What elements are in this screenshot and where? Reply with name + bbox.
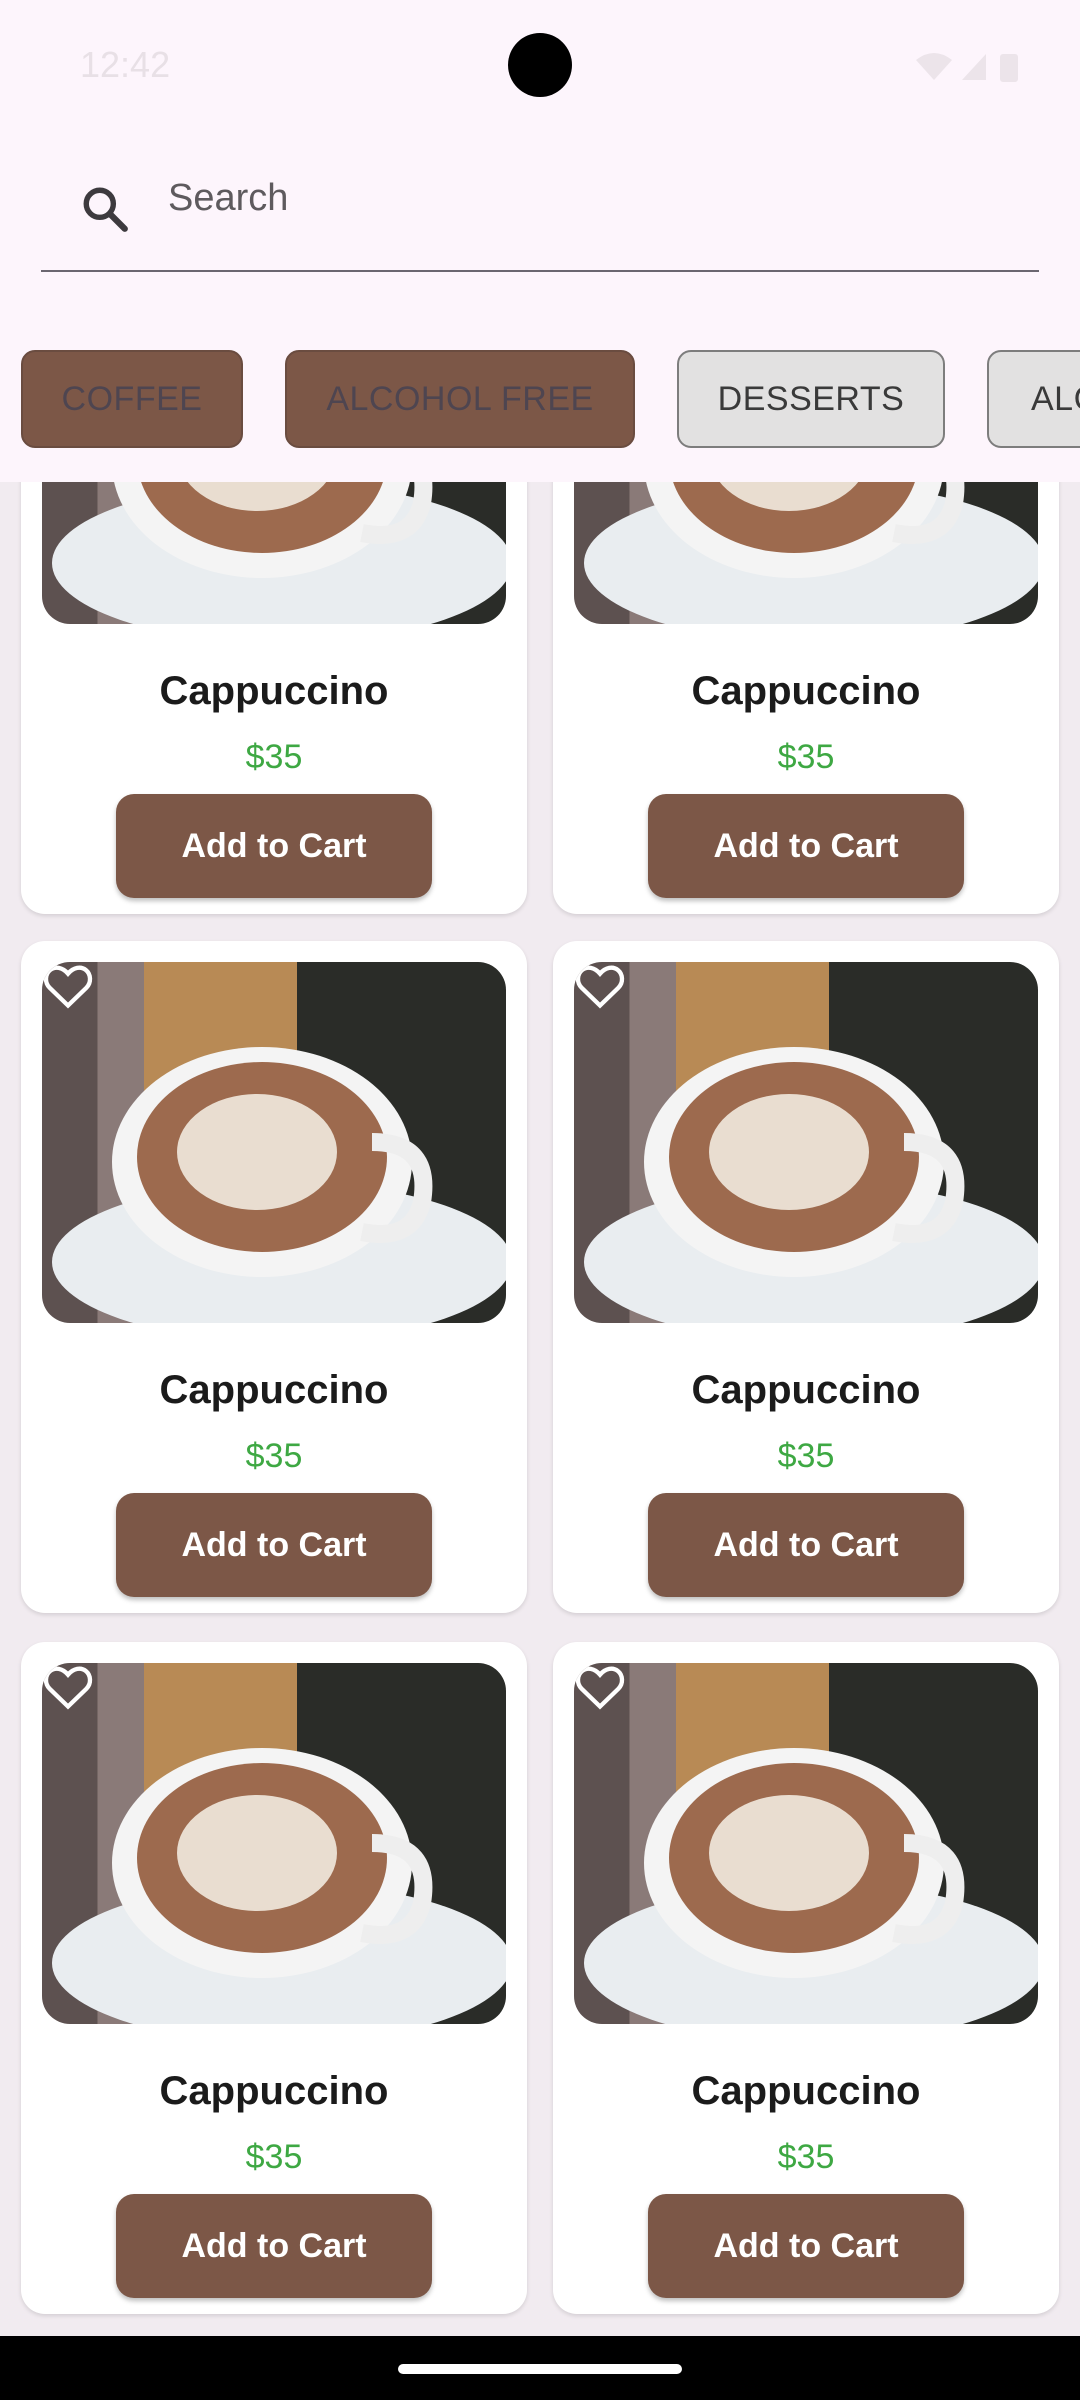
add-to-cart-button[interactable]: Add to Cart [648, 2194, 964, 2298]
heart-icon[interactable] [42, 1663, 94, 1711]
product-name: Cappuccino [691, 1368, 921, 1412]
home-handle[interactable] [398, 2364, 682, 2374]
product-name: Cappuccino [691, 669, 921, 713]
product-name: Cappuccino [691, 2069, 921, 2113]
category-chip-coffee[interactable]: COFFEE [21, 350, 243, 448]
product-price: $35 [245, 738, 303, 776]
product-card[interactable]: Cappuccino $35 Add to Cart [553, 941, 1059, 1613]
product-name: Cappuccino [159, 1368, 389, 1412]
product-name: Cappuccino [159, 669, 389, 713]
heart-icon[interactable] [574, 1663, 626, 1711]
category-chip-desserts[interactable]: DESSERTS [677, 350, 945, 448]
category-chip-alcohol-free[interactable]: ALCOHOL FREE [285, 350, 635, 448]
product-price: $35 [245, 2138, 303, 2176]
add-to-cart-button[interactable]: Add to Cart [648, 1493, 964, 1597]
heart-icon[interactable] [42, 962, 94, 1010]
camera-cutout [508, 33, 572, 97]
product-name: Cappuccino [159, 2069, 389, 2113]
category-chip-alc[interactable]: ALC [987, 350, 1080, 448]
product-price: $35 [245, 1437, 303, 1475]
signal-icon [962, 54, 986, 80]
status-icons [916, 53, 1018, 82]
heart-icon[interactable] [574, 962, 626, 1010]
add-to-cart-button[interactable]: Add to Cart [116, 2194, 432, 2298]
product-card[interactable]: Cappuccino $35 Add to Cart [21, 941, 527, 1613]
product-price: $35 [777, 1437, 835, 1475]
add-to-cart-button[interactable]: Add to Cart [648, 794, 964, 898]
product-price: $35 [777, 2138, 835, 2176]
product-card[interactable]: Cappuccino $35 Add to Cart [553, 1642, 1059, 2314]
navigation-bar [0, 2336, 1080, 2400]
product-image [42, 962, 506, 1323]
add-to-cart-button[interactable]: Add to Cart [116, 794, 432, 898]
header: 12:42 COFFEE ALCOHOL FREE DESSERTS ALC [0, 0, 1080, 482]
battery-icon [1000, 54, 1018, 82]
search-input[interactable] [168, 168, 1028, 228]
product-image [574, 962, 1038, 1323]
status-time: 12:42 [80, 44, 171, 85]
search-underline [41, 270, 1039, 272]
add-to-cart-button[interactable]: Add to Cart [116, 1493, 432, 1597]
wifi-icon [916, 53, 952, 80]
product-card[interactable]: Cappuccino $35 Add to Cart [21, 1642, 527, 2314]
search-icon [83, 187, 128, 232]
product-price: $35 [777, 738, 835, 776]
product-image [42, 1663, 506, 2024]
product-image [574, 1663, 1038, 2024]
